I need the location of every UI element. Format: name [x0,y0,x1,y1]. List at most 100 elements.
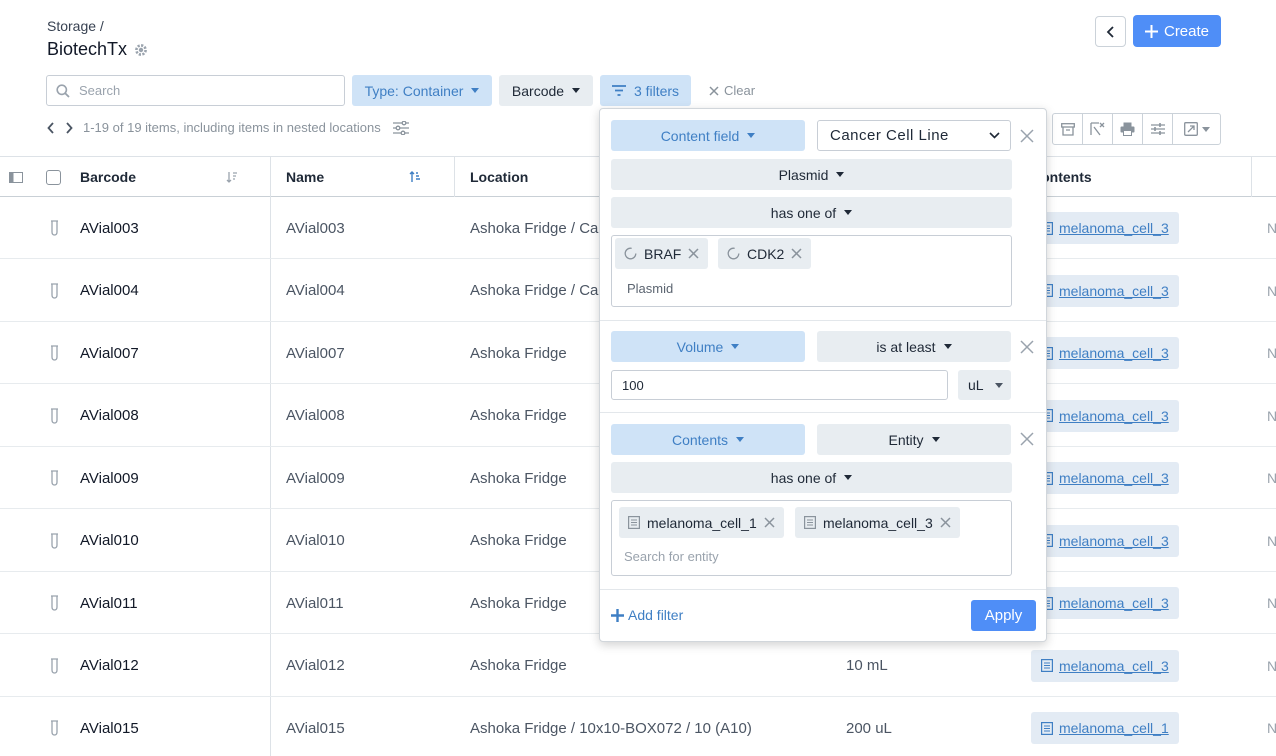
name-cell[interactable]: AVial010 [286,510,345,572]
prev-page-icon[interactable] [47,121,55,134]
barcode-cell[interactable]: AVial010 [80,510,139,572]
document-icon [1041,659,1053,672]
entity-type-dropdown[interactable]: Entity [817,424,1011,455]
name-cell[interactable]: AVial009 [286,447,345,509]
export-dropdown[interactable] [1173,114,1220,144]
location-cell[interactable]: Ashoka Fridge [470,447,567,509]
plasmid-property-dropdown[interactable]: Plasmid [611,159,1012,190]
barcode-sort-dropdown[interactable]: Barcode [499,75,593,106]
plasmid-box-label: Plasmid [627,281,674,296]
remove-filter-1-close-icon[interactable] [1020,129,1034,143]
contents-link[interactable]: melanoma_cell_3 [1031,274,1179,307]
contents-link[interactable]: melanoma_cell_3 [1031,524,1179,557]
select-all-checkbox[interactable] [46,157,61,197]
name-cell[interactable]: AVial003 [286,197,345,259]
name-cell[interactable]: AVial007 [286,322,345,384]
page-title-text: BiotechTx [47,39,128,59]
column-header-barcode[interactable]: Barcode [80,157,136,197]
location-cell[interactable]: Ashoka Fridge [470,322,567,384]
search-input[interactable] [79,83,319,98]
operator-dropdown-2[interactable]: is at least [817,331,1011,362]
barcode-cell[interactable]: AVial009 [80,447,139,509]
barcode-cell[interactable]: AVial015 [80,697,139,756]
filters-button[interactable]: 3 filters [600,75,691,106]
location-cell[interactable]: Ashoka Fridge / 10x10-BOX072 / 10 (A10) [470,697,752,756]
table-row[interactable]: AVial012 AVial012 Ashoka Fridge 10 mL melano… [0,635,1276,697]
name-cell[interactable]: AVial008 [286,385,345,447]
contents-link[interactable]: melanoma_cell_3 [1031,399,1179,432]
contents-link[interactable]: melanoma_cell_3 [1031,587,1179,619]
gear-icon[interactable] [134,43,148,57]
barcode-cell[interactable]: AVial012 [80,635,139,697]
unit-select[interactable]: uL [958,370,1011,400]
location-cell[interactable]: Ashoka Fridge [470,635,567,697]
adjust-columns-button[interactable] [1143,114,1173,144]
table-row[interactable]: AVial015 AVial015 Ashoka Fridge / 10x10-BO… [0,697,1276,756]
remove-tag-close-icon[interactable] [791,248,802,259]
remove-tag-close-icon[interactable] [940,517,951,528]
contents-link-label: melanoma_cell_3 [1059,282,1169,299]
print-button[interactable] [1113,114,1143,144]
name-cell[interactable]: AVial011 [286,572,344,634]
unassign-button[interactable] [1083,114,1113,144]
caret-down-icon [844,210,853,215]
location-cell[interactable]: Ashoka Fridge [470,385,567,447]
volume-cell: 200 uL [846,719,892,737]
location-cell[interactable]: Ashoka Fridge [470,510,567,572]
contents-link[interactable]: melanoma_cell_1 [1031,712,1179,744]
entity-tag-box[interactable]: melanoma_cell_1 melanoma_cell_3 Search f… [611,500,1012,576]
apply-button[interactable]: Apply [971,600,1036,631]
name-cell[interactable]: AVial015 [286,697,345,756]
remove-tag-close-icon[interactable] [688,248,699,259]
vial-icon [51,282,58,299]
contents-link[interactable]: melanoma_cell_3 [1031,337,1179,369]
entity-search-placeholder[interactable]: Search for entity [624,549,719,564]
contents-link[interactable]: melanoma_cell_3 [1031,649,1179,682]
remove-filter-3-close-icon[interactable] [1020,432,1034,446]
volume-field-dropdown[interactable]: Volume [611,331,805,362]
create-button[interactable]: Create [1133,15,1221,47]
contents-link[interactable]: melanoma_cell_3 [1031,462,1179,494]
add-filter-button[interactable]: Add filter [611,607,683,623]
page-title: BiotechTx [47,39,148,60]
remove-filter-2-close-icon[interactable] [1020,340,1034,354]
contents-link[interactable]: melanoma_cell_3 [1031,212,1179,244]
truncated-cell: N [1267,282,1276,299]
breadcrumb[interactable]: Storage / [47,18,104,34]
next-page-icon[interactable] [65,121,73,134]
archive-button[interactable] [1053,114,1083,144]
barcode-filter-label: Barcode [511,82,565,99]
column-toggle[interactable] [9,157,23,197]
type-filter-dropdown[interactable]: Type: Container [352,75,492,106]
column-header-name[interactable]: Name [286,157,324,197]
truncated-cell: N [1267,345,1276,361]
barcode-cell[interactable]: AVial008 [80,385,139,447]
column-header-location[interactable]: Location [470,157,528,197]
volume-value-input[interactable]: 100 [611,370,948,400]
caret-down-icon [572,88,581,93]
name-cell[interactable]: AVial004 [286,260,345,322]
name-cell[interactable]: AVial012 [286,635,345,697]
sort-barcode-icon[interactable] [226,157,238,197]
content-field-dropdown[interactable]: Content field [611,120,805,151]
schema-select[interactable]: Cancer Cell Line [817,120,1011,151]
sort-name-icon[interactable] [409,157,421,197]
operator-dropdown-1[interactable]: has one of [611,197,1012,228]
tag-braf: BRAF [615,238,709,269]
operator-dropdown-3[interactable]: has one of [611,462,1012,493]
caret-down-icon [995,382,1003,388]
clear-filters-button[interactable]: Clear [709,83,755,98]
location-cell[interactable]: Ashoka Fridge / Ca [470,260,598,322]
barcode-cell[interactable]: AVial004 [80,260,139,322]
remove-tag-close-icon[interactable] [764,517,775,528]
location-cell[interactable]: Ashoka Fridge [470,572,567,634]
contents-field-dropdown[interactable]: Contents [611,424,805,455]
barcode-cell[interactable]: AVial003 [80,197,139,259]
location-cell[interactable]: Ashoka Fridge / Ca [470,197,598,259]
plasmid-tag-box[interactable]: BRAF CDK2 Plasmid [611,235,1012,307]
barcode-cell[interactable]: AVial007 [80,322,139,384]
barcode-cell[interactable]: AVial011 [80,572,138,634]
back-button[interactable] [1095,16,1126,47]
sliders-icon[interactable] [392,120,409,135]
contents-link-label: melanoma_cell_3 [1059,470,1169,486]
